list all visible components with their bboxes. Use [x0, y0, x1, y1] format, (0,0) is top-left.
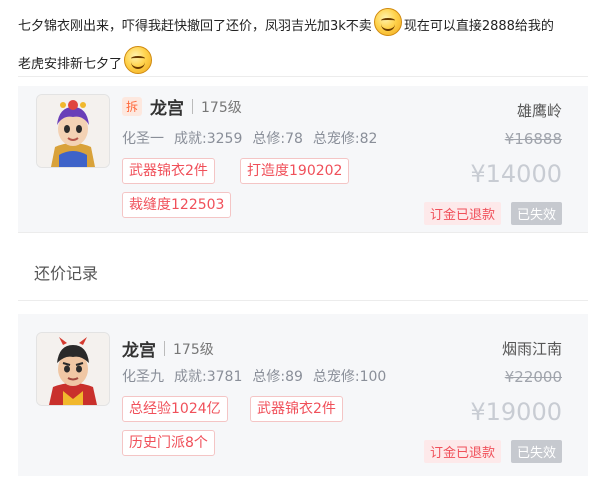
- character-stats: 化圣九 成就:3781 总修:89 总宠修:100: [122, 366, 396, 386]
- refund-status-badge: 订金已退款: [423, 202, 501, 225]
- invalid-status-badge: 已失效: [510, 440, 562, 463]
- divider: [18, 76, 588, 77]
- stat-rebirth: 化圣九: [122, 369, 164, 385]
- original-price: ¥22000: [504, 368, 562, 386]
- post-text-part-3: 老虎安排新七夕了: [18, 57, 123, 72]
- post-line-1: 七夕锦衣刚出来，吓得我赶快撤回了还价，凤羽吉光加3k不卖 现在可以直接2888给我…: [18, 8, 554, 37]
- tag: 打造度190202: [240, 158, 350, 184]
- server-name: 烟雨江南: [501, 340, 562, 358]
- status-badges: 订金已退款 已失效: [423, 202, 562, 225]
- stat-rebirth: 化圣一: [122, 131, 164, 147]
- smile-emoji-icon: [124, 46, 153, 74]
- chai-badge: 拆: [122, 97, 143, 116]
- post-line-2: 老虎安排新七夕了: [18, 46, 154, 75]
- character-level: 175级: [201, 99, 242, 116]
- tag: 武器锦衣2件: [122, 158, 215, 184]
- listing-card[interactable]: 龙宫 175级 化圣九 成就:3781 总修:89 总宠修:100 总经验1024亿 …: [18, 314, 588, 476]
- bargain-history-heading: 还价记录: [34, 264, 99, 283]
- refund-status-badge: 订金已退款: [423, 440, 501, 463]
- character-school: 龙宫: [122, 341, 156, 361]
- smile-emoji-icon: [373, 8, 402, 36]
- original-price: ¥16888: [504, 130, 562, 148]
- stat-achievement: 成就:3259: [174, 131, 243, 147]
- character-title: 拆 龙宫 175级: [122, 94, 242, 119]
- post-text-part-2: 现在可以直接2888给我的: [403, 19, 554, 34]
- divider: [18, 232, 588, 233]
- invalid-status-badge: 已失效: [510, 202, 562, 225]
- character-title: 龙宫 175级: [122, 336, 214, 361]
- divider: [18, 300, 588, 301]
- stat-pet-cultivation: 总宠修:82: [312, 131, 378, 147]
- tag: 武器锦衣2件: [250, 396, 343, 422]
- stat-total-cultivation: 总修:78: [252, 131, 303, 147]
- stat-pet-cultivation: 总宠修:100: [312, 369, 387, 385]
- current-price: ¥19000: [470, 398, 562, 426]
- tag: 总经验1024亿: [122, 396, 228, 422]
- character-avatar: [36, 94, 110, 168]
- character-level: 175级: [173, 341, 214, 358]
- listing-card[interactable]: 拆 龙宫 175级 化圣一 成就:3259 总修:78 总宠修:82 武器锦衣2件 打…: [18, 86, 588, 232]
- character-school: 龙宫: [150, 99, 185, 119]
- stat-total-cultivation: 总修:89: [252, 369, 303, 385]
- stat-achievement: 成就:3781: [174, 369, 243, 385]
- divider: [164, 341, 165, 356]
- tag: 裁缝度122503: [122, 192, 232, 218]
- post-text-part-1: 七夕锦衣刚出来，吓得我赶快撤回了还价，凤羽吉光加3k不卖: [18, 19, 372, 34]
- character-avatar: [36, 332, 110, 406]
- current-price: ¥14000: [470, 160, 562, 188]
- divider: [192, 99, 194, 114]
- tag: 历史门派8个: [122, 430, 215, 456]
- server-name: 雄鹰岭: [516, 102, 562, 120]
- status-badges: 订金已退款 已失效: [423, 440, 562, 463]
- character-stats: 化圣一 成就:3259 总修:78 总宠修:82: [122, 128, 387, 148]
